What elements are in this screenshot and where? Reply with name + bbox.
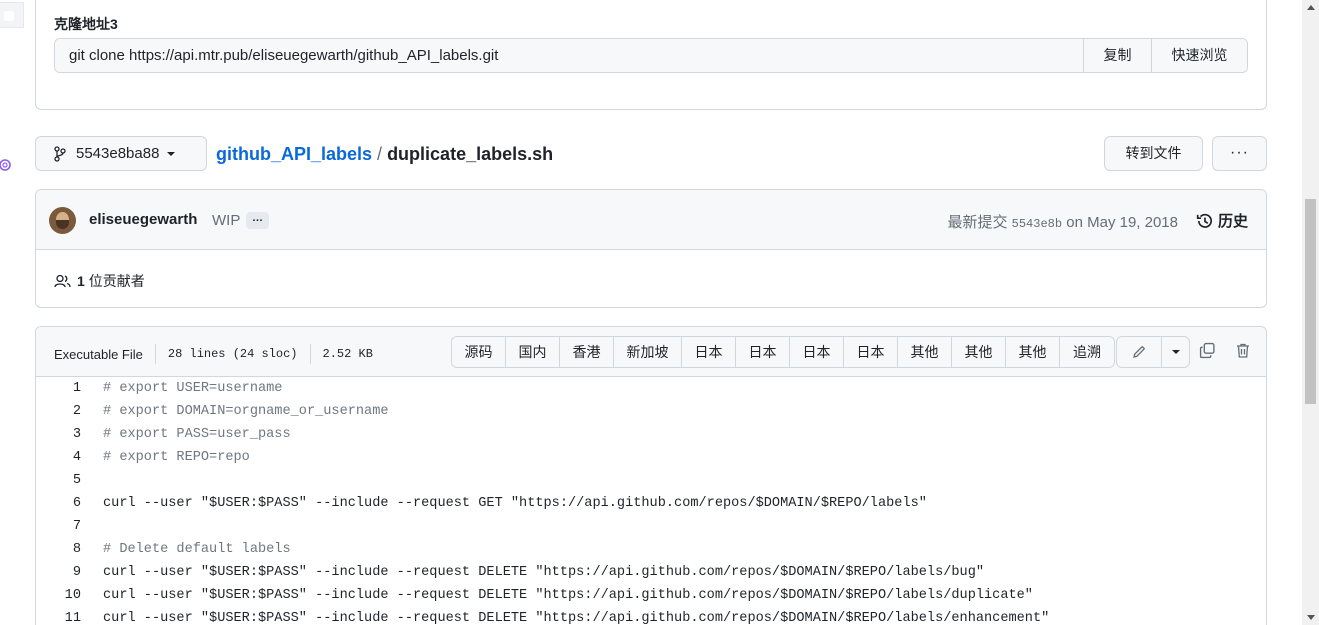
line-number[interactable]: 9 xyxy=(36,565,81,580)
mirror-button-domestic[interactable]: 国内 xyxy=(506,337,560,367)
commit-message[interactable]: WIP xyxy=(212,212,240,229)
goto-file-button[interactable]: 转到文件 xyxy=(1104,136,1203,171)
panel-square-icon xyxy=(4,11,14,21)
breadcrumb-separator: / xyxy=(377,144,383,164)
history-button[interactable]: 历史 xyxy=(1196,210,1248,231)
code-line: 8 # Delete default labels xyxy=(36,538,1266,561)
code-line: 6 curl --user "$USER:$PASS" --include --r… xyxy=(36,492,1266,515)
contributors-count: 1 xyxy=(77,273,85,289)
line-number[interactable]: 1 xyxy=(36,381,81,396)
commit-author[interactable]: eliseuegewarth xyxy=(89,211,197,228)
file-lines: 28 lines (24 sloc) xyxy=(167,347,298,361)
people-icon xyxy=(54,274,71,288)
clone-url-field[interactable]: git clone https://api.mtr.pub/eliseuegew… xyxy=(55,39,1083,72)
line-content: curl --user "$USER:$PASS" --include --re… xyxy=(103,611,1050,625)
line-number[interactable]: 4 xyxy=(36,450,81,465)
edit-button-group xyxy=(1116,336,1190,368)
file-meta: Executable File 28 lines (24 sloc) 2.52 … xyxy=(54,344,373,364)
commit-panel: eliseuegewarth WIP … 最新提交 5543e8b on May… xyxy=(35,189,1267,308)
mirror-button-hongkong[interactable]: 香港 xyxy=(560,337,614,367)
file-header: Executable File 28 lines (24 sloc) 2.52 … xyxy=(36,327,1266,377)
branch-name: 5543e8ba88 xyxy=(76,145,160,162)
contributors-row[interactable]: 1 位贡献者 xyxy=(54,271,145,291)
code-line: 7 xyxy=(36,515,1266,538)
mirror-button-other-3[interactable]: 其他 xyxy=(1006,337,1060,367)
line-content: # export PASS=user_pass xyxy=(103,427,291,442)
line-number[interactable]: 5 xyxy=(36,473,81,488)
file-size: 2.52 KB xyxy=(322,347,373,361)
history-clock-icon xyxy=(1196,213,1212,228)
line-number[interactable]: 6 xyxy=(36,496,81,511)
side-panel-tab[interactable] xyxy=(0,2,24,28)
line-content: # Delete default labels xyxy=(103,542,291,557)
latest-commit-info: 最新提交 5543e8b on May 19, 2018 xyxy=(947,211,1178,232)
avatar[interactable] xyxy=(49,207,76,234)
line-number[interactable]: 10 xyxy=(36,588,81,603)
line-content: # export DOMAIN=orgname_or_username xyxy=(103,404,389,419)
mirror-button-japan-2[interactable]: 日本 xyxy=(736,337,790,367)
code-line: 11 curl --user "$USER:$PASS" --include --… xyxy=(36,607,1266,625)
more-options-button[interactable]: ··· xyxy=(1212,136,1267,171)
code-line: 3 # export PASS=user_pass xyxy=(36,423,1266,446)
line-content: curl --user "$USER:$PASS" --include --re… xyxy=(103,565,985,580)
commit-date: on May 19, 2018 xyxy=(1066,214,1178,231)
mirror-button-source[interactable]: 源码 xyxy=(452,337,506,367)
commit-header: eliseuegewarth WIP … 最新提交 5543e8b on May… xyxy=(36,190,1266,250)
edit-button[interactable] xyxy=(1117,337,1162,367)
line-number[interactable]: 11 xyxy=(36,611,81,625)
branch-select-button[interactable]: 5543e8ba88 xyxy=(35,136,207,171)
file-name: duplicate_labels.sh xyxy=(387,144,554,164)
clone-title: 克隆地址3 xyxy=(54,16,118,32)
latest-commit-label: 最新提交 xyxy=(947,214,1008,231)
expand-message-button[interactable]: … xyxy=(246,212,269,229)
copy-button[interactable]: 复制 xyxy=(1083,39,1151,72)
mirror-button-japan-1[interactable]: 日本 xyxy=(682,337,736,367)
code-line: 2 # export DOMAIN=orgname_or_username xyxy=(36,400,1266,423)
chevron-down-icon xyxy=(167,151,176,156)
line-content: # export REPO=repo xyxy=(103,450,250,465)
contributors-label: 位贡献者 xyxy=(88,273,145,289)
commit-sha-link[interactable]: 5543e8b xyxy=(1012,217,1062,231)
repo-link[interactable]: github_API_labels xyxy=(216,144,372,164)
mirror-button-group: 源码 国内 香港 新加坡 日本 日本 日本 日本 其他 其他 其他 追溯 xyxy=(451,336,1115,368)
copy-raw-icon[interactable] xyxy=(1199,342,1216,359)
code-view: 1 # export USER=username 2 # export DOMAIN=… xyxy=(36,377,1266,625)
code-line: 10 curl --user "$USER:$PASS" --include --… xyxy=(36,584,1266,607)
chevron-down-icon xyxy=(1171,350,1180,354)
quick-browse-button[interactable]: 快速浏览 xyxy=(1151,39,1247,72)
trash-icon[interactable] xyxy=(1235,342,1251,359)
code-line: 9 curl --user "$USER:$PASS" --include --r… xyxy=(36,561,1266,584)
line-content: # export USER=username xyxy=(103,381,283,396)
scroll-down-arrow-icon[interactable] xyxy=(1307,615,1315,620)
line-number[interactable]: 2 xyxy=(36,404,81,419)
breadcrumb: github_API_labels / duplicate_labels.sh xyxy=(216,144,553,165)
history-label: 历史 xyxy=(1217,213,1248,230)
scrollbar-thumb[interactable] xyxy=(1305,199,1316,404)
mirror-button-japan-4[interactable]: 日本 xyxy=(844,337,898,367)
code-line: 1 # export USER=username xyxy=(36,377,1266,400)
line-number[interactable]: 8 xyxy=(36,542,81,557)
blame-button[interactable]: 追溯 xyxy=(1060,337,1114,367)
clone-panel: 克隆地址3 git clone https://api.mtr.pub/elis… xyxy=(35,0,1267,110)
file-viewer: Executable File 28 lines (24 sloc) 2.52 … xyxy=(35,326,1267,625)
mirror-button-singapore[interactable]: 新加坡 xyxy=(614,337,682,367)
clone-row: git clone https://api.mtr.pub/eliseuegew… xyxy=(54,38,1248,73)
git-branch-icon xyxy=(54,145,66,162)
file-type: Executable File xyxy=(54,346,143,362)
line-content: curl --user "$USER:$PASS" --include --re… xyxy=(103,496,927,511)
edit-dropdown-button[interactable] xyxy=(1162,337,1189,367)
mirror-button-other-2[interactable]: 其他 xyxy=(952,337,1006,367)
vertical-scrollbar[interactable] xyxy=(1302,0,1319,625)
extension-ring-icon[interactable] xyxy=(0,157,12,173)
code-line: 5 xyxy=(36,469,1266,492)
mirror-button-japan-3[interactable]: 日本 xyxy=(790,337,844,367)
line-content: curl --user "$USER:$PASS" --include --re… xyxy=(103,588,1033,603)
mirror-button-other-1[interactable]: 其他 xyxy=(898,337,952,367)
code-line: 4 # export REPO=repo xyxy=(36,446,1266,469)
pencil-icon xyxy=(1133,345,1146,358)
line-number[interactable]: 3 xyxy=(36,427,81,442)
line-number[interactable]: 7 xyxy=(36,519,81,534)
scroll-up-arrow-icon[interactable] xyxy=(1307,5,1315,10)
